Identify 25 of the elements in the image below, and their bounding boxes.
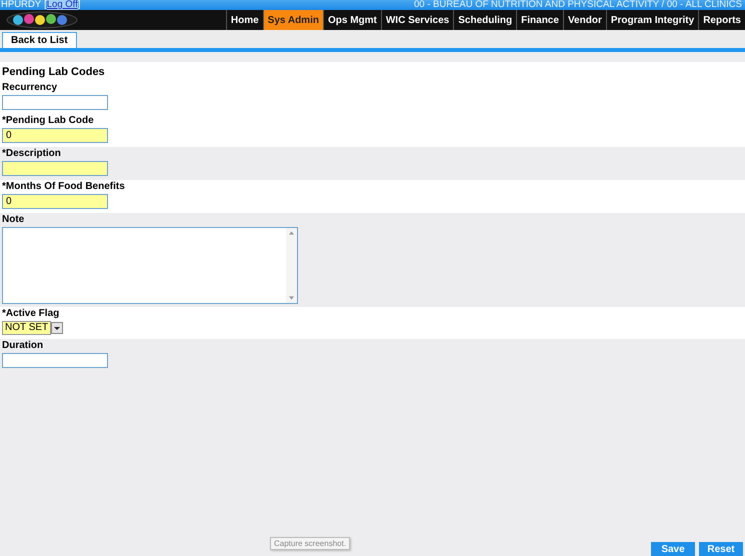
- field-label: *Description: [2, 148, 62, 160]
- field-label: Duration: [2, 340, 44, 352]
- field-label: *Pending Lab Code: [2, 115, 95, 127]
- log-off-link[interactable]: Log Off: [46, 0, 78, 10]
- scrollbar[interactable]: [286, 228, 297, 303]
- scroll-up-icon[interactable]: [289, 231, 294, 235]
- bracket-text: [: [44, 0, 47, 10]
- tooltip: Capture screenshot.: [270, 537, 350, 550]
- field-label: *Months Of Food Benefits: [2, 181, 126, 193]
- input-field[interactable]: 0: [2, 194, 108, 209]
- dropdown-field[interactable]: NOT SET: [2, 321, 52, 335]
- field-label: Recurrency: [2, 82, 58, 94]
- input-field[interactable]: [2, 161, 108, 176]
- back-to-list-button[interactable]: Back to List: [2, 32, 77, 48]
- nav-tab[interactable]: Sys Admin: [262, 10, 323, 30]
- bracket-text: ]: [78, 0, 80, 10]
- field-label: *Active Flag: [2, 308, 60, 320]
- input-field[interactable]: [2, 353, 108, 368]
- input-field[interactable]: [2, 95, 108, 110]
- note-textarea[interactable]: [2, 227, 298, 304]
- organization-text: 00 - BUREAU OF NUTRITION AND PHYSICAL ACTIVITY / 00 - ALL CLINICS: [414, 0, 742, 10]
- field-label: Note: [2, 214, 26, 226]
- user-name: HPURDY: [1, 0, 42, 10]
- input-field[interactable]: 0: [2, 128, 108, 143]
- scroll-down-icon[interactable]: [289, 296, 294, 300]
